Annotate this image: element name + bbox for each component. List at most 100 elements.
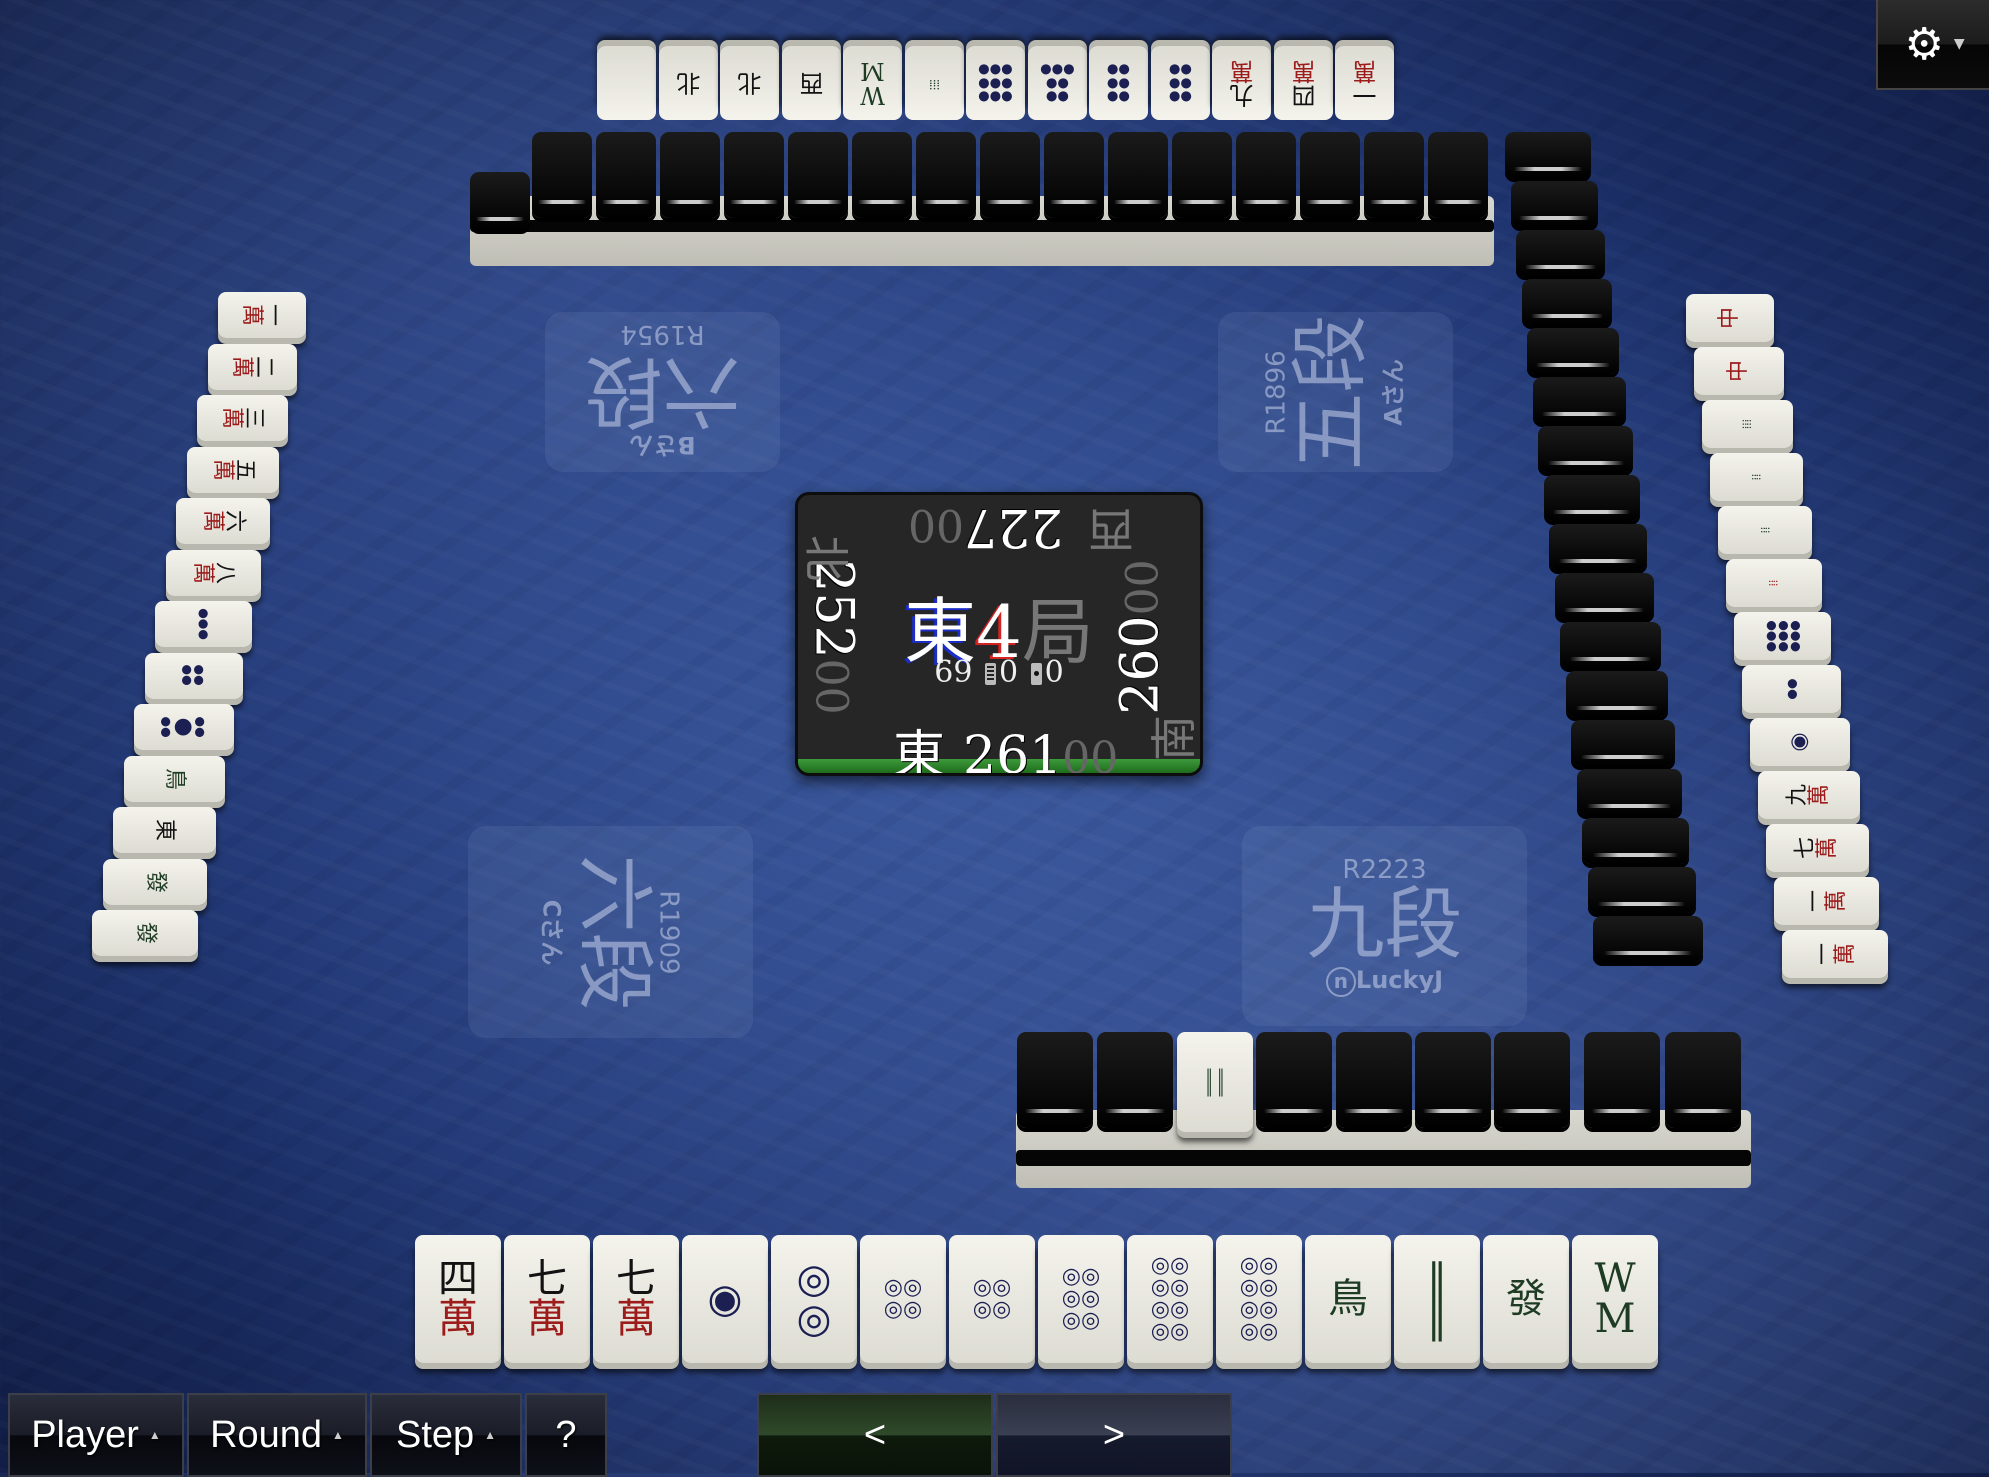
- tile-face: 西: [799, 69, 823, 97]
- tile-face: 中: [1726, 360, 1751, 382]
- tile-glyph: ●●●: [196, 608, 211, 640]
- wall-tile-back: [532, 132, 592, 218]
- hand-tile-7m[interactable]: 七萬: [593, 1235, 679, 1363]
- wall-tile-back: [1172, 132, 1232, 218]
- tile-glyph: 發: [142, 870, 168, 893]
- hand-tile-4p[interactable]: ◎◎ ◎◎: [860, 1235, 946, 1363]
- wall-tile-back: [1565, 671, 1668, 717]
- tile-glyph: ◉: [1786, 732, 1812, 752]
- wall-tile-back: [1584, 1032, 1660, 1128]
- top-hand-tile-north: 北: [658, 46, 718, 120]
- player-plate-top: Bさん 六段 R1954: [545, 312, 780, 472]
- tile-face: 四萬: [1291, 57, 1315, 109]
- next-step-button[interactable]: >: [996, 1393, 1232, 1477]
- left-hand-tile-3m: 三萬: [197, 395, 288, 441]
- tile-face: ◉: [1786, 732, 1812, 752]
- wall-tile-back: [1527, 328, 1619, 374]
- left-hand-tile-5p: ●● ● ●●: [134, 704, 234, 750]
- tile-glyph: ●●: [1168, 88, 1192, 104]
- hand-tile-6s[interactable]: WM: [1572, 1235, 1658, 1363]
- hand-tile-8p[interactable]: ◎◎ ◎◎ ◎◎ ◎◎: [1216, 1235, 1302, 1363]
- tile-suit: 萬: [1815, 836, 1841, 860]
- tile-face: ●●: [1784, 678, 1798, 699]
- previous-step-button[interactable]: <: [757, 1393, 993, 1477]
- tile-glyph: M: [860, 57, 885, 85]
- tile-glyph: ◎◎: [972, 1297, 1012, 1322]
- round-menu-button[interactable]: Round ▲: [187, 1393, 367, 1477]
- tile-glyph: M: [1594, 1296, 1636, 1342]
- hand-tile-2p[interactable]: ◎ ◎: [771, 1235, 857, 1363]
- tile-glyph: ●●: [1045, 75, 1069, 91]
- right-hand-tile-2p: ●●: [1742, 665, 1841, 713]
- player-name: n LuckyJ: [1325, 966, 1443, 998]
- wall-tile-back: [470, 172, 530, 230]
- wall-tile-back: [1364, 132, 1424, 218]
- tile-glyph: ⁞⁞: [1749, 473, 1764, 481]
- wall-tile-back: [1521, 279, 1612, 325]
- tile-glyph: ◎: [796, 1296, 832, 1342]
- tile-face: ◎◎ ◎◎ ◎◎: [1062, 1266, 1100, 1332]
- tile-face: 四萬: [438, 1259, 478, 1339]
- tile-rank: 一: [260, 303, 286, 327]
- tile-face: 九萬: [1230, 57, 1254, 109]
- wall-tile-back: [980, 132, 1040, 218]
- tile-face: ◎◎ ◎◎: [884, 1277, 922, 1321]
- wall-tile-back: [1571, 720, 1675, 766]
- hand-tile-7m[interactable]: 七萬: [504, 1235, 590, 1363]
- tile-rank: 七: [616, 1256, 656, 1302]
- honba-stick-count: 0: [1044, 655, 1064, 690]
- tile-rank: 四: [438, 1256, 478, 1302]
- wall-tile-back: [916, 132, 976, 218]
- tile-glyph: ●●●: [1787, 620, 1802, 652]
- tile-glyph: ●●●: [978, 88, 1013, 104]
- tile-face: 鳥: [1328, 1279, 1368, 1319]
- wall-tile-back: [1510, 181, 1598, 227]
- score-self: 東 26100: [893, 726, 1119, 776]
- hand-tile-8p[interactable]: ◎◎ ◎◎ ◎◎ ◎◎: [1127, 1235, 1213, 1363]
- tile-glyph: ⁞⁞⁞: [928, 75, 940, 91]
- seat-wind-right: 南: [1147, 715, 1201, 761]
- tile-glyph: 發: [1506, 1276, 1546, 1322]
- tile-face: ⁞⁞⁞: [1740, 419, 1754, 429]
- player-rank: 六段: [584, 345, 741, 436]
- tile-face: 東: [152, 819, 177, 841]
- tile-suit: 萬: [1806, 783, 1832, 807]
- right-hand-tile-1p: ◉: [1750, 718, 1850, 766]
- tile-glyph: ●●: [1107, 62, 1131, 78]
- tile-glyph: 北: [676, 69, 700, 97]
- tiles-left-count: 69: [934, 655, 973, 690]
- tile-rank: 七: [527, 1256, 567, 1302]
- tile-face: ●● ●● ●●●: [1040, 62, 1075, 103]
- dora-indicator-tile: ‖ ‖ ‖ ‖: [1177, 1032, 1253, 1132]
- right-hand-tile-7s: ⁞⁞⁞: [1702, 400, 1793, 448]
- tile-glyph: ●●●: [1763, 620, 1778, 652]
- step-menu-button[interactable]: Step ▲: [370, 1393, 522, 1477]
- hand-tile-4m[interactable]: 四萬: [415, 1235, 501, 1363]
- hand-tile-6p[interactable]: ◎◎ ◎◎ ◎◎: [1038, 1235, 1124, 1363]
- tile-rank: 一: [1352, 81, 1377, 109]
- hand-tile-4p[interactable]: ◎◎ ◎◎: [949, 1235, 1035, 1363]
- tile-face: 二萬: [229, 355, 276, 377]
- riichi-stick-count: 0: [999, 655, 1019, 690]
- top-hand-tile-7s: ⁞⁞⁞: [904, 46, 964, 120]
- help-button[interactable]: ?: [525, 1393, 607, 1477]
- tile-rank: 八: [212, 561, 238, 584]
- tile-rank: 一: [1802, 889, 1828, 913]
- hand-tile-1p[interactable]: ◉: [682, 1235, 768, 1363]
- settings-button[interactable]: ⚙ ▼: [1876, 0, 1989, 90]
- hand-tile-2s[interactable]: ‖ ‖: [1394, 1235, 1480, 1363]
- tile-face: ●●●: [196, 608, 211, 640]
- tile-face: 一萬: [239, 303, 286, 327]
- wall-tile-back: [1415, 1032, 1491, 1128]
- wall-tile-back: [852, 132, 912, 218]
- tile-face: 五萬: [210, 458, 257, 480]
- tile-glyph: ●●: [1168, 62, 1192, 78]
- tile-glyph: ◎◎: [883, 1297, 923, 1322]
- hand-tile-1s[interactable]: 鳥: [1305, 1235, 1391, 1363]
- tile-face: ●● ●● ●●: [1107, 62, 1131, 103]
- tile-face: ◎◎ ◎◎: [973, 1277, 1011, 1321]
- player-rank: 九段: [1306, 879, 1463, 970]
- left-hand-tile-5m: 五萬: [186, 446, 279, 493]
- player-menu-button[interactable]: Player ▲: [8, 1393, 184, 1477]
- hand-tile-green[interactable]: 發: [1483, 1235, 1569, 1363]
